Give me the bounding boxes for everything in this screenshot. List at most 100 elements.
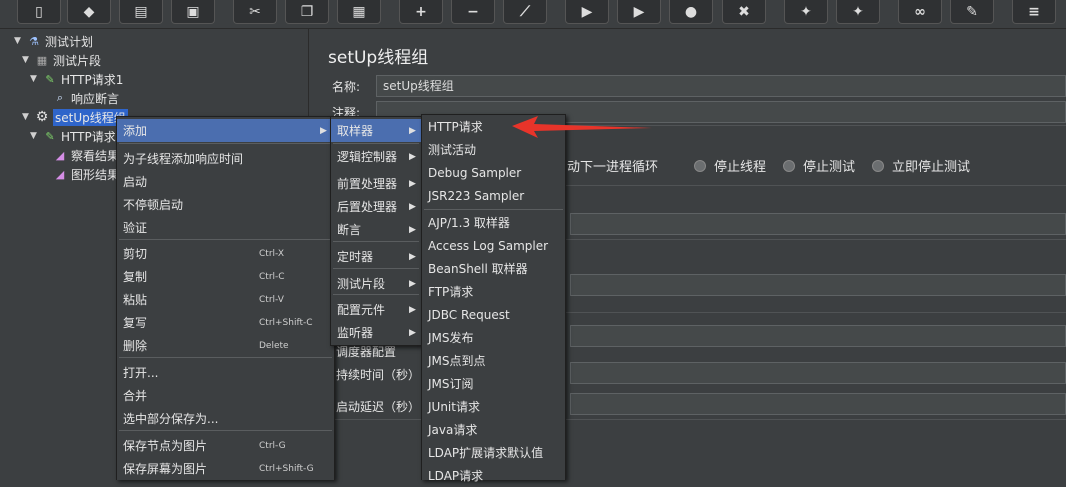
radio-start-next-loop[interactable]: 启动下一进程循环 <box>554 156 658 175</box>
menu-item-label: LDAP扩展请求默认值 <box>428 446 544 460</box>
function-helper-button[interactable]: ≡ <box>1012 0 1056 24</box>
cut-button[interactable]: ✂ <box>233 0 277 24</box>
start-no-pause-button[interactable]: ▶ <box>617 0 661 24</box>
radio-label: 停止测试 <box>803 160 856 175</box>
context-menu-item[interactable]: 复写 Ctrl+Shift-C <box>117 311 334 334</box>
collapse-button[interactable]: − <box>451 0 495 24</box>
add-submenu-item[interactable]: 前置处理器 ▶ <box>331 172 421 195</box>
context-menu-item[interactable]: 打开... <box>117 361 334 384</box>
radio-button-icon <box>872 159 884 172</box>
context-menu-item[interactable]: 剪切 Ctrl-X <box>117 242 334 265</box>
add-submenu-item[interactable]: 逻辑控制器 ▶ <box>331 145 421 168</box>
sampler-menu-item[interactable]: JUnit请求 <box>422 395 565 418</box>
stop-button[interactable]: ● <box>669 0 713 24</box>
menu-item-label: JMS发布 <box>428 331 474 345</box>
context-menu-item[interactable]: 启动 <box>117 170 334 193</box>
tree-node-response-assertion[interactable]: ⌕ 响应断言 <box>52 89 119 107</box>
context-menu-item[interactable]: 不停顿启动 <box>117 193 334 216</box>
sampler-menu-item[interactable]: LDAP请求 <box>422 464 565 487</box>
sampler-menu-item[interactable]: JDBC Request <box>422 303 565 326</box>
radio-stop-test[interactable]: 停止测试 <box>783 156 855 175</box>
settings-input-1[interactable] <box>570 213 1066 235</box>
menu-separator <box>119 143 332 144</box>
sampler-menu-item[interactable]: FTP请求 <box>422 280 565 303</box>
context-menu-item[interactable]: 保存节点为图片 Ctrl-G <box>117 434 334 457</box>
sampler-menu-item[interactable]: BeanShell 取样器 <box>422 257 565 280</box>
paste-button[interactable]: ▦ <box>337 0 381 24</box>
shutdown-icon: ✖ <box>738 3 750 20</box>
add-submenu-item[interactable]: 取样器 ▶ <box>331 119 421 142</box>
context-menu-item[interactable]: 选中部分保存为... <box>117 407 334 430</box>
sampler-menu-item[interactable]: JMS订阅 <box>422 372 565 395</box>
open-button[interactable]: ▤ <box>119 0 163 24</box>
submenu-arrow-icon: ▶ <box>409 251 416 262</box>
sampler-menu-item[interactable]: JMS点到点 <box>422 349 565 372</box>
context-menu-item[interactable]: 粘贴 Ctrl-V <box>117 288 334 311</box>
menu-item-label: AJP/1.3 取样器 <box>428 216 510 230</box>
tree-node-view-results[interactable]: ◢ 察看结果 <box>52 146 119 164</box>
menu-item-label: 定时器 <box>337 250 374 264</box>
new-button[interactable]: ▯ <box>17 0 61 24</box>
expand-button[interactable]: + <box>399 0 443 24</box>
sampler-menu-item[interactable]: Debug Sampler <box>422 161 565 184</box>
copy-button[interactable]: ❐ <box>285 0 329 24</box>
toggle-button[interactable]: ⟋ <box>503 0 547 24</box>
tree-node-test-plan[interactable]: ▼ ⚗ 测试计划 <box>14 32 93 50</box>
paste-icon: ▦ <box>352 3 366 20</box>
tree-node-graph-results[interactable]: ◢ 图形结果 <box>52 165 119 183</box>
add-submenu-item[interactable]: 配置元件 ▶ <box>331 298 421 321</box>
context-menu-item[interactable]: 保存屏幕为图片 Ctrl+Shift-G <box>117 457 334 480</box>
expand-arrow-icon[interactable]: ▼ <box>30 131 42 141</box>
sampler-menu-item[interactable]: JMS发布 <box>422 326 565 349</box>
shutdown-button[interactable]: ✖ <box>722 0 766 24</box>
menu-item-label: 监听器 <box>337 326 374 340</box>
reset-search-button[interactable]: ✎ <box>950 0 994 24</box>
expand-arrow-icon[interactable]: ▼ <box>30 74 42 84</box>
expand-arrow-icon[interactable]: ▼ <box>22 55 34 65</box>
context-menu-item[interactable]: 验证 <box>117 216 334 239</box>
menu-item-label: 为子线程添加响应时间 <box>123 152 244 166</box>
sampler-menu-item[interactable]: Java请求 <box>422 418 565 441</box>
start-button[interactable]: ▶ <box>565 0 609 24</box>
menu-item-label: 打开... <box>123 366 159 380</box>
add-submenu-item[interactable]: 测试片段 ▶ <box>331 272 421 295</box>
add-submenu-item[interactable]: 定时器 ▶ <box>331 245 421 268</box>
tree-node-http-request[interactable]: ▼ ✎ HTTP请求 <box>30 127 116 145</box>
context-menu-item[interactable]: 为子线程添加响应时间 <box>117 147 334 170</box>
name-label: 名称: <box>332 80 361 94</box>
sampler-menu-item[interactable]: 测试活动 <box>422 138 565 161</box>
sampler-menu-item[interactable]: LDAP扩展请求默认值 <box>422 441 565 464</box>
delay-input[interactable] <box>570 393 1066 415</box>
expand-arrow-icon[interactable]: ▼ <box>14 36 26 46</box>
add-submenu-item[interactable]: 后置处理器 ▶ <box>331 195 421 218</box>
context-menu-item[interactable]: 添加 ▶ <box>117 119 334 142</box>
sampler-menu-item[interactable]: JSR223 Sampler <box>422 184 565 207</box>
clear-all-button[interactable]: ✦ <box>836 0 880 24</box>
templates-button[interactable]: ◆ <box>67 0 111 24</box>
function-helper-icon: ≡ <box>1028 3 1040 20</box>
sampler-menu-item[interactable]: Access Log Sampler <box>422 234 565 257</box>
expand-arrow-icon[interactable]: ▼ <box>22 112 34 122</box>
radio-stop-thread[interactable]: 停止线程 <box>694 156 766 175</box>
tree-node-label: 测试片段 <box>53 53 102 68</box>
name-input[interactable]: setUp线程组 <box>376 75 1066 97</box>
context-menu-item[interactable]: 删除 Delete <box>117 334 334 357</box>
sampler-menu-item[interactable]: AJP/1.3 取样器 <box>422 211 565 234</box>
radio-stop-test-now[interactable]: 立即停止测试 <box>872 156 970 175</box>
settings-input-3[interactable] <box>570 325 1066 347</box>
tree-node-test-fragment[interactable]: ▼ ▦ 测试片段 <box>22 51 101 69</box>
settings-input-2[interactable] <box>570 274 1066 296</box>
search-button[interactable]: ∞ <box>898 0 942 24</box>
duration-input[interactable] <box>570 362 1066 384</box>
clear-button[interactable]: ✦ <box>784 0 828 24</box>
duration-label: 持续时间（秒） <box>336 368 421 382</box>
tree-node-setup-thread-group[interactable]: ▼ ⚙ setUp线程组 <box>22 108 128 126</box>
save-button[interactable]: ▣ <box>171 0 215 24</box>
add-submenu-item[interactable]: 断言 ▶ <box>331 218 421 241</box>
tree-node-http-request-1[interactable]: ▼ ✎ HTTP请求1 <box>30 70 123 88</box>
context-menu-item[interactable]: 合并 <box>117 384 334 407</box>
menu-item-label: FTP请求 <box>428 285 474 299</box>
context-menu-item[interactable]: 复制 Ctrl-C <box>117 265 334 288</box>
add-submenu-item[interactable]: 监听器 ▶ <box>331 321 421 344</box>
menu-separator <box>333 143 419 144</box>
